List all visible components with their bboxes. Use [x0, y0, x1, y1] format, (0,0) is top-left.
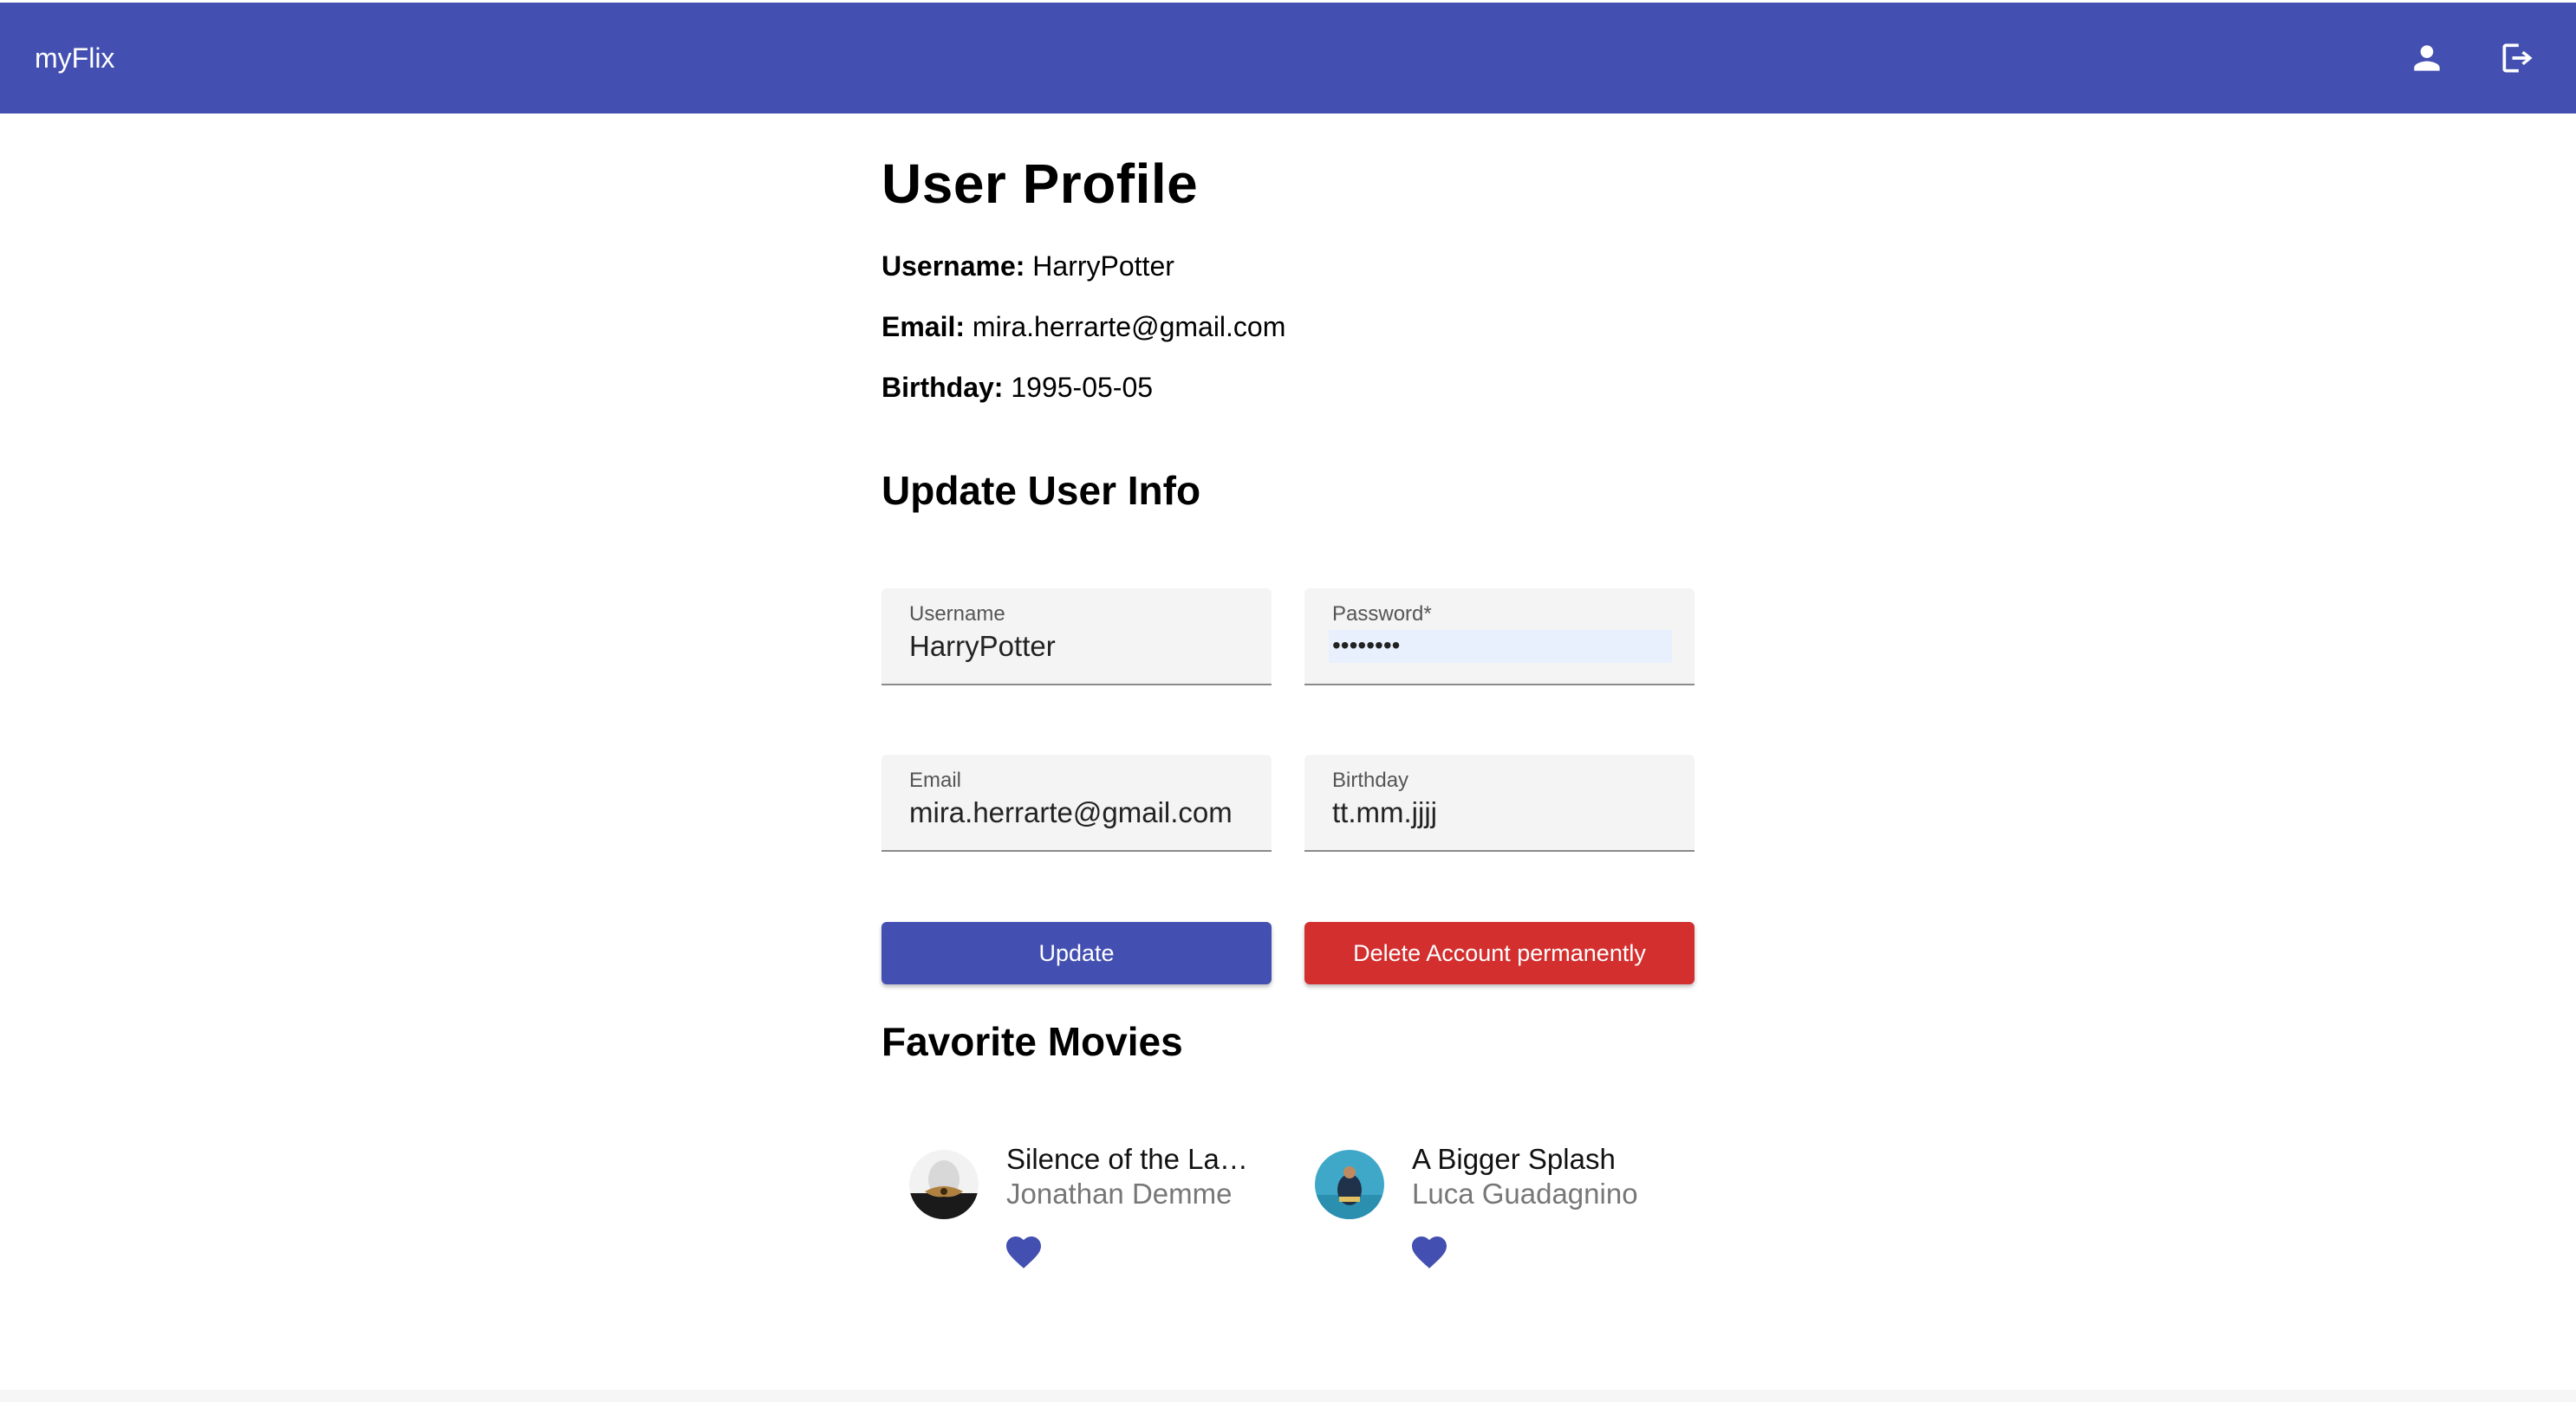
heart-icon [1412, 1236, 1447, 1269]
email-field-value[interactable]: mira.herrarte@gmail.com [909, 796, 1233, 829]
password-field-value[interactable]: •••••••• [1332, 632, 1400, 659]
page-title: User Profile [881, 153, 1199, 215]
heart-icon [1006, 1236, 1041, 1269]
movie-title: A Bigger Splash [1412, 1143, 1616, 1175]
movie-poster-image [909, 1150, 979, 1219]
username-field[interactable]: Username HarryPotter [881, 588, 1272, 685]
birthday-info-value: 1995-05-05 [1011, 372, 1154, 403]
username-info-label: Username: [881, 250, 1025, 282]
birthday-field-value[interactable]: tt.mm.jjjj [1332, 796, 1437, 829]
username-info: Username: HarryPotter [881, 250, 1174, 282]
favorite-movie-card[interactable]: A Bigger Splash Luca Guadagnino [1287, 1126, 1677, 1299]
page-footer-strip [0, 1390, 2576, 1402]
brand-logo[interactable]: myFlix [35, 42, 114, 75]
logout-button[interactable] [2495, 36, 2540, 81]
email-field[interactable]: Email mira.herrarte@gmail.com [881, 755, 1272, 852]
birthday-info-label: Birthday: [881, 372, 1004, 403]
person-icon [2414, 45, 2440, 71]
email-field-label: Email [909, 769, 962, 792]
birthday-field-label: Birthday [1332, 769, 1409, 792]
movie-poster-avatar [909, 1150, 979, 1219]
delete-account-button[interactable]: Delete Account permanently [1304, 922, 1695, 984]
favorite-toggle[interactable] [1408, 1231, 1450, 1273]
email-info: Email: mira.herrarte@gmail.com [881, 311, 1285, 343]
app-bar: myFlix [0, 3, 2576, 114]
movie-director: Luca Guadagnino [1412, 1178, 1638, 1210]
email-info-value: mira.herrarte@gmail.com [972, 311, 1286, 342]
movie-director: Jonathan Demme [1006, 1178, 1233, 1210]
profile-button[interactable] [2404, 36, 2449, 81]
update-section-title: Update User Info [881, 468, 1201, 513]
favorite-movie-card[interactable]: Silence of the Lambs Jonathan Demme [881, 1126, 1272, 1299]
email-info-label: Email: [881, 311, 966, 342]
password-field-label: Password* [1332, 602, 1432, 626]
username-info-value: HarryPotter [1032, 250, 1174, 282]
birthday-field[interactable]: Birthday tt.mm.jjjj [1304, 755, 1695, 852]
favorites-section-title: Favorite Movies [881, 1019, 1183, 1064]
username-field-label: Username [909, 602, 1005, 626]
favorite-toggle[interactable] [1003, 1231, 1044, 1273]
logout-icon [2502, 43, 2533, 73]
app-bar-actions [2404, 3, 2540, 114]
username-field-value[interactable]: HarryPotter [909, 630, 1056, 663]
update-button[interactable]: Update [881, 922, 1272, 984]
movie-title: Silence of the Lambs [1006, 1143, 1266, 1175]
movie-poster-avatar [1315, 1150, 1384, 1219]
password-field[interactable]: Password* •••••••• [1304, 588, 1695, 685]
movie-poster-image [1315, 1150, 1384, 1219]
birthday-info: Birthday: 1995-05-05 [881, 372, 1153, 404]
